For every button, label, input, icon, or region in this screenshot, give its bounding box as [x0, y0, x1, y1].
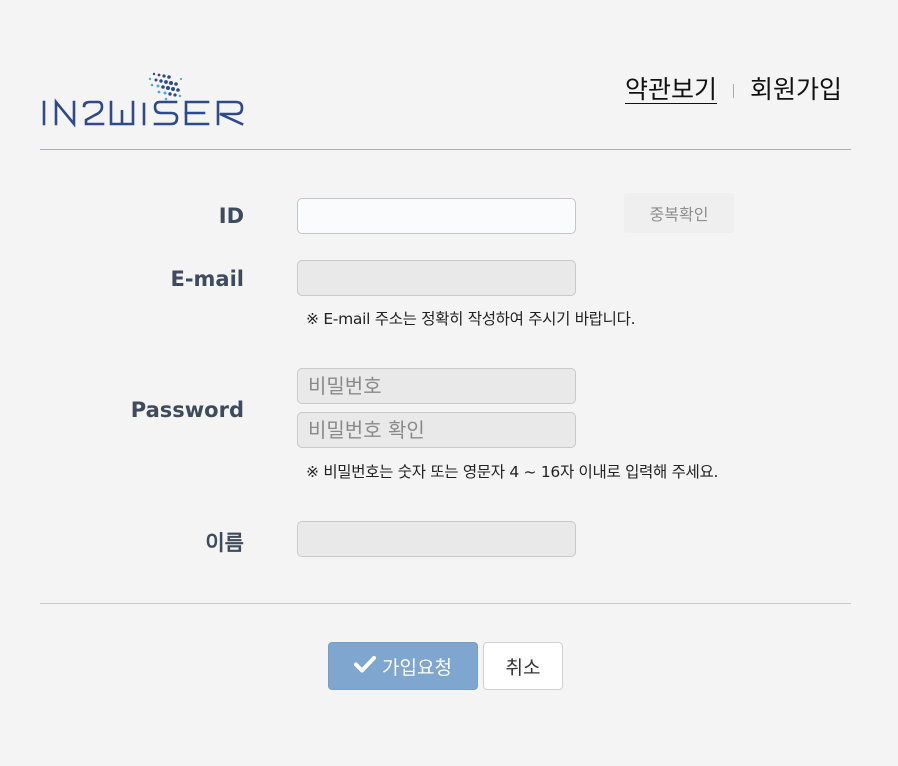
- bottom-divider: [40, 603, 851, 604]
- password-hint: ※ 비밀번호는 숫자 또는 영문자 4 ~ 16자 이내로 입력해 주세요.: [306, 463, 719, 481]
- link-separator: [732, 84, 734, 98]
- id-label: ID: [218, 204, 244, 228]
- checkmark-icon: [354, 655, 377, 678]
- name-label: 이름: [205, 531, 244, 555]
- in2wiser-logo: [40, 70, 290, 130]
- email-hint: ※ E-mail 주소는 정확히 작성하여 주시기 바랍니다.: [306, 310, 636, 328]
- name-input[interactable]: [297, 521, 576, 557]
- top-links: 약관보기 회원가입: [625, 70, 842, 106]
- email-label: E-mail: [170, 267, 244, 291]
- password-input[interactable]: [297, 368, 576, 404]
- cancel-button[interactable]: 취소: [483, 642, 563, 690]
- password-confirm-input[interactable]: [297, 412, 576, 448]
- top-divider: [40, 149, 851, 150]
- signup-link[interactable]: 회원가입: [750, 70, 842, 106]
- submit-button-label: 가입요청: [382, 656, 452, 679]
- duplicate-check-button[interactable]: 중복확인: [624, 193, 734, 233]
- password-label: Password: [130, 398, 244, 422]
- submit-button[interactable]: 가입요청: [328, 642, 478, 690]
- terms-link[interactable]: 약관보기: [625, 70, 717, 106]
- id-input[interactable]: [297, 198, 576, 234]
- email-input[interactable]: [297, 260, 576, 296]
